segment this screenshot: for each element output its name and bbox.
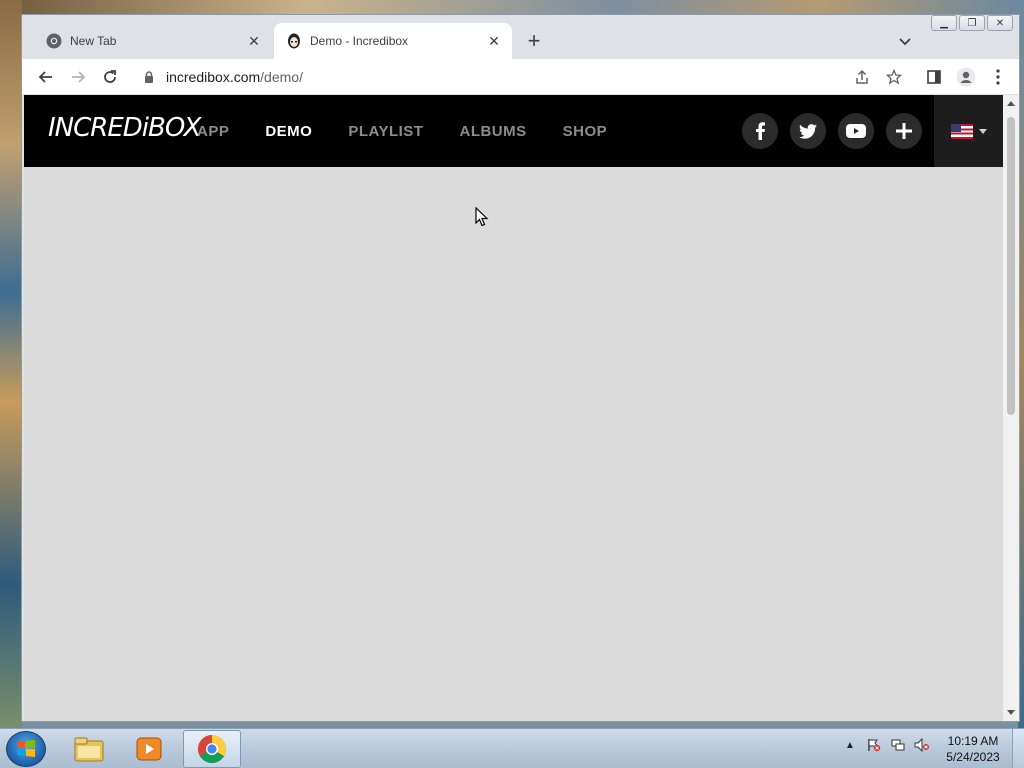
site-header: INCREDiBOX APP DEMO PLAYLIST ALBUMS SHOP [24, 95, 1004, 167]
system-clock[interactable]: 10:19 AM 5/24/2023 [940, 733, 1006, 765]
nav-demo[interactable]: DEMO [265, 123, 312, 140]
action-center-flag-icon[interactable] [866, 737, 882, 753]
reload-icon[interactable] [98, 65, 122, 89]
incredibox-favicon [286, 33, 302, 49]
address-bar[interactable]: incredibox.com/demo/ [134, 62, 902, 92]
chrome-icon [46, 33, 62, 49]
forward-arrow-icon[interactable] [66, 65, 90, 89]
incredibox-logo[interactable]: INCREDiBOX [48, 113, 201, 143]
tab-title: New Tab [70, 34, 117, 48]
browser-toolbar: incredibox.com/demo/ [22, 59, 1019, 95]
browser-window: New Tab ✕ Demo - Incredibox ✕ + ▁ ❐ ✕ in… [21, 14, 1020, 722]
lock-icon[interactable] [144, 71, 158, 83]
site-nav-links: APP DEMO PLAYLIST ALBUMS SHOP [197, 95, 607, 167]
language-selector[interactable] [934, 95, 1004, 167]
caret-down-icon [979, 128, 987, 134]
volume-muted-icon[interactable] [914, 737, 930, 753]
profile-icon[interactable] [954, 65, 978, 89]
scroll-down-arrow-icon[interactable] [1007, 710, 1015, 715]
tab-strip: New Tab ✕ Demo - Incredibox ✕ + ▁ ❐ ✕ [22, 15, 1019, 59]
nav-shop[interactable]: SHOP [563, 123, 608, 140]
clock-date: 5/24/2023 [946, 750, 1000, 764]
window-controls: ▁ ❐ ✕ [931, 15, 1013, 31]
scroll-up-arrow-icon[interactable] [1007, 101, 1015, 106]
nav-app[interactable]: APP [197, 123, 229, 140]
windows-logo-icon [17, 740, 35, 757]
tab-new-tab[interactable]: New Tab ✕ [34, 23, 272, 59]
url-host: incredibox.com [166, 69, 261, 85]
star-icon[interactable] [882, 65, 906, 89]
minimize-button[interactable]: ▁ [931, 15, 957, 31]
nav-playlist[interactable]: PLAYLIST [348, 123, 423, 140]
system-tray: ▲ [842, 737, 930, 753]
share-icon[interactable] [850, 65, 874, 89]
page-viewport: INCREDiBOX APP DEMO PLAYLIST ALBUMS SHOP [24, 95, 1004, 721]
side-panel-icon[interactable] [922, 65, 946, 89]
windows-taskbar: ▲ 10:19 AM 5/24/2023 [0, 728, 1024, 768]
tab-title: Demo - Incredibox [310, 34, 409, 48]
kebab-menu-icon[interactable] [986, 65, 1010, 89]
url-text: incredibox.com/demo/ [166, 69, 303, 85]
windows-explorer-icon[interactable] [60, 730, 118, 768]
media-player-icon[interactable] [120, 730, 178, 768]
network-icon[interactable] [890, 737, 906, 753]
desktop-wallpaper-left [0, 0, 22, 730]
chrome-taskbar-button[interactable] [183, 730, 241, 768]
tab-demo-incredibox[interactable]: Demo - Incredibox ✕ [274, 23, 512, 59]
social-links [742, 113, 922, 149]
maximize-button[interactable]: ❐ [959, 15, 985, 31]
scrollbar-thumb[interactable] [1007, 117, 1015, 415]
clock-time: 10:19 AM [947, 734, 999, 748]
show-desktop-button[interactable] [1012, 729, 1024, 768]
facebook-icon[interactable] [742, 113, 778, 149]
url-path: /demo/ [260, 69, 303, 85]
plus-icon[interactable] [886, 113, 922, 149]
close-tab-icon[interactable]: ✕ [484, 31, 504, 51]
close-window-button[interactable]: ✕ [987, 15, 1013, 31]
plus-icon[interactable]: + [522, 28, 546, 53]
mouse-cursor-icon [475, 206, 489, 227]
twitter-icon[interactable] [790, 113, 826, 149]
us-flag-icon [951, 123, 973, 139]
chevron-down-icon[interactable] [894, 31, 916, 53]
chrome-icon [198, 735, 226, 763]
youtube-icon[interactable] [838, 113, 874, 149]
show-hidden-icons-arrow[interactable]: ▲ [842, 737, 858, 753]
back-arrow-icon[interactable] [34, 65, 58, 89]
nav-albums[interactable]: ALBUMS [459, 123, 526, 140]
close-tab-icon[interactable]: ✕ [244, 31, 264, 51]
start-button[interactable] [6, 731, 46, 767]
vertical-scrollbar[interactable] [1003, 95, 1019, 721]
